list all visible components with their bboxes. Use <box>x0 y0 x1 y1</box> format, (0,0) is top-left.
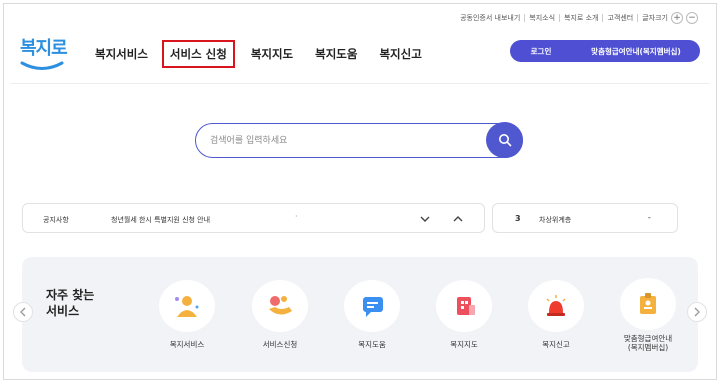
service-name: 복지서비스 <box>169 340 205 349</box>
siren-icon <box>546 295 566 316</box>
service-name: 서비스신청 <box>262 340 298 349</box>
carousel-prev-button[interactable] <box>13 302 33 322</box>
link-customer-center[interactable]: 고객센터 <box>602 14 633 22</box>
notice-dot: · <box>295 212 298 221</box>
login-button[interactable]: 로그인 <box>510 46 572 57</box>
logo-smile-icon <box>20 61 64 70</box>
service-item-help[interactable]: 복지도움 <box>337 280 407 349</box>
custom-benefit-button[interactable]: 맞춤형급여안내(복지멤버십) <box>572 46 700 57</box>
person-icon <box>175 296 199 317</box>
chevron-down-icon <box>420 216 430 222</box>
nav-service-apply[interactable]: 서비스 신청 <box>161 40 235 68</box>
chevron-right-icon <box>694 307 700 317</box>
main-navigation: 복지서비스 서비스 신청 복지지도 복지도움 복지신고 <box>95 40 444 68</box>
notice-next-button[interactable] <box>419 213 431 225</box>
service-item-welfare[interactable]: 복지서비스 <box>152 280 222 349</box>
login-bar: 로그인 맞춤형급여안내(복지멤버십) <box>510 40 700 62</box>
service-icon-wrap <box>159 280 215 332</box>
link-about[interactable]: 복지로 소개 <box>559 14 598 22</box>
service-name: 복지신고 <box>542 340 570 349</box>
nav-welfare-service[interactable]: 복지서비스 <box>95 46 148 62</box>
hand-icon <box>269 296 292 315</box>
search-icon <box>498 134 511 147</box>
font-decrease-button[interactable]: − <box>686 12 698 24</box>
search-box <box>195 122 523 158</box>
service-icon-wrap <box>528 280 584 332</box>
chevron-left-icon <box>20 307 26 317</box>
service-name: 복지지도 <box>450 340 478 349</box>
rank-change: - <box>647 213 651 223</box>
carousel-next-button[interactable] <box>687 302 707 322</box>
search-button[interactable] <box>486 122 523 158</box>
service-icon-wrap <box>344 280 400 332</box>
chat-icon <box>363 297 383 317</box>
header-divider <box>10 83 710 84</box>
map-icon <box>457 297 475 315</box>
rank-number: 3 <box>515 214 521 223</box>
utility-bar: 공동인증서 내보내기 복지소식 복지로 소개 고객센터 글자크기 + − <box>452 12 698 24</box>
service-item-apply[interactable]: 서비스신청 <box>245 280 315 349</box>
frequent-title-line2: 서비스 <box>46 304 80 318</box>
link-news[interactable]: 복지소식 <box>524 14 555 22</box>
service-icon-wrap <box>436 280 492 332</box>
search-input[interactable] <box>210 133 470 149</box>
logo-text: 복지로 <box>20 38 68 59</box>
notice-text[interactable]: 청년월세 한시 특별지원 신청 안내 <box>111 215 210 225</box>
frequent-services-title: 자주 찾는 서비스 <box>46 287 94 319</box>
service-icon-wrap <box>620 278 676 330</box>
notice-prev-button[interactable] <box>452 213 464 225</box>
nav-welfare-report[interactable]: 복지신고 <box>379 46 421 62</box>
nav-welfare-map[interactable]: 복지지도 <box>251 46 293 62</box>
chevron-up-icon <box>453 216 463 222</box>
notice-label: 공지사항 <box>43 216 69 224</box>
service-name: 맞춤형급여안내 (복지멤버십) <box>623 334 673 352</box>
service-item-custom-benefit[interactable]: 맞춤형급여안내 (복지멤버십) <box>613 278 683 352</box>
service-icon-wrap <box>252 280 308 332</box>
nav-welfare-help[interactable]: 복지도움 <box>315 46 357 62</box>
rank-keyword[interactable]: 차상위계층 <box>539 215 571 225</box>
site-logo[interactable]: 복지로 <box>18 34 74 76</box>
font-increase-button[interactable]: + <box>671 12 683 24</box>
keyword-rank-bar: 3 차상위계층 - <box>492 203 678 233</box>
frequent-title-line1: 자주 찾는 <box>46 288 95 302</box>
service-name: 복지도움 <box>358 340 386 349</box>
service-item-map[interactable]: 복지지도 <box>429 280 499 349</box>
service-item-report[interactable]: 복지신고 <box>521 280 591 349</box>
badge-icon <box>640 293 656 314</box>
link-cert-export[interactable]: 공동인증서 내보내기 <box>456 14 520 22</box>
font-size-label: 글자크기 <box>637 14 668 22</box>
notice-bar: 공지사항 청년월세 한시 특별지원 신청 안내 · <box>22 203 485 233</box>
